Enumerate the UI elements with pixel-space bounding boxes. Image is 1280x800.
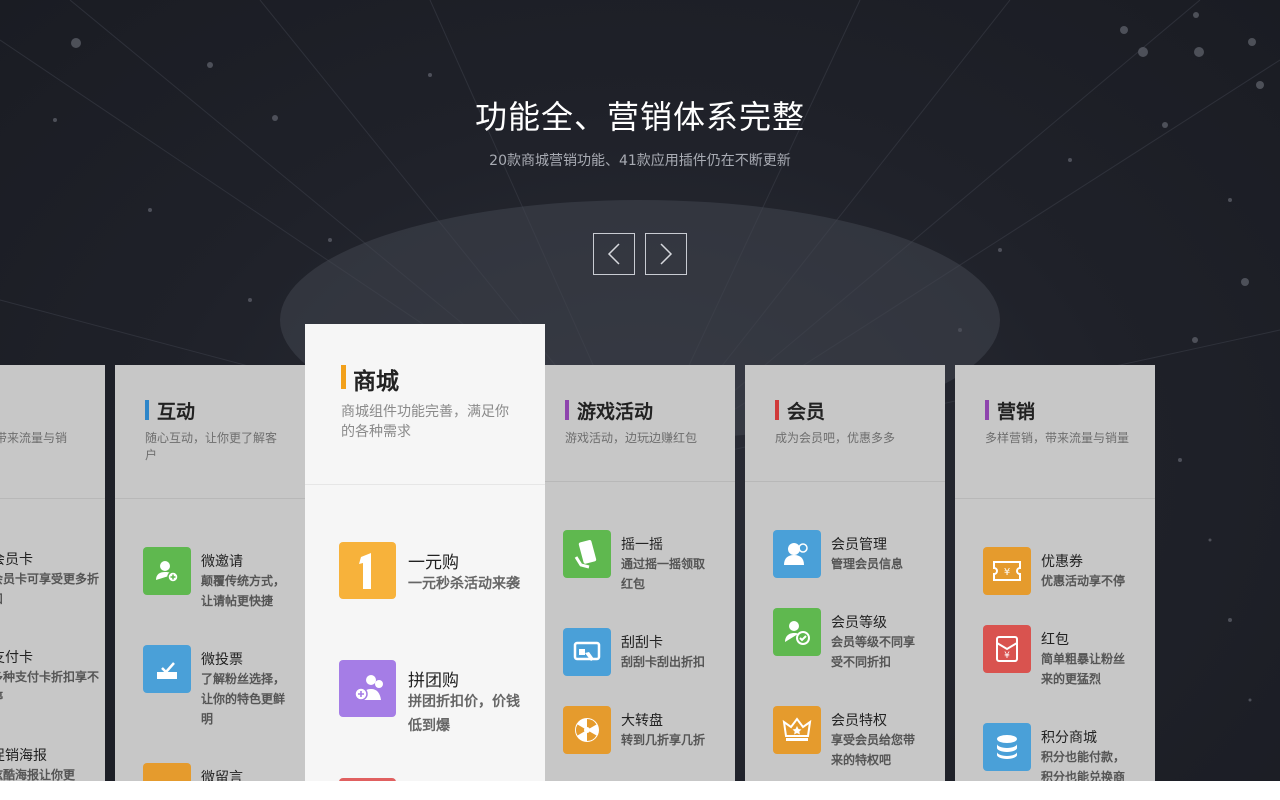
feature-desc: 多种支付卡折扣享不停 [0, 670, 100, 704]
feature-name: 摇一摇 [621, 537, 663, 553]
feature-desc: 通过摇一摇领取红包 [621, 557, 706, 591]
feature-card-members[interactable]: 会员 成为会员吧，优惠多多 会员管理 管理会员信息 会员等级 会员等级不同享受不… [745, 365, 945, 781]
feature-desc: 了解粉丝选择，让你的特色更鲜明 [201, 672, 286, 726]
crown-icon [773, 706, 821, 754]
feature-desc: 会员等级不同享受不同折扣 [831, 635, 916, 669]
card-title-text: 会员 [787, 401, 826, 423]
feature-card-marketing-left[interactable]: 营销 多样营销，带来流量与销量 会员卡 会员卡可享受更多折扣 支付卡 多种支付卡… [0, 365, 105, 781]
red-packet-icon: ¥ [983, 625, 1031, 673]
feature-name: 支付卡 [0, 650, 33, 666]
feature-desc: 积分也能付款，积分也能兑换商 [1041, 750, 1126, 781]
card-title: 商城 [341, 362, 399, 396]
feature-name: 红包 [1041, 632, 1069, 648]
feature-desc: 炫酷海报让你更 [0, 768, 76, 781]
accent-bar [775, 400, 779, 420]
user-add-icon [143, 547, 191, 595]
page-subtitle: 20款商城营销功能、41款应用插件仍在不断更新 [489, 153, 791, 169]
edit-icon [143, 763, 191, 781]
hero-section: 功能全、营销体系完整 20款商城营销功能、41款应用插件仍在不断更新 营销 多样… [0, 0, 1280, 781]
number-one-icon [339, 542, 396, 599]
feature-name: 大转盘 [621, 713, 663, 729]
feature-desc: 简单粗暴让粉丝来的更猛烈 [1041, 652, 1126, 686]
card-desc: 随心互动，让你更了解客户 [145, 431, 278, 462]
page-title: 功能全、营销体系完整 [474, 98, 805, 136]
feature-name: 微留言 [201, 770, 243, 781]
svg-text:¥: ¥ [1004, 567, 1010, 578]
coupon-icon: ¥ [983, 547, 1031, 595]
feature-name: 微邀请 [201, 554, 243, 570]
feature-card-games[interactable]: 游戏活动 游戏活动，边玩边赚红包 摇一摇 通过摇一摇领取红包 刮刮卡 刮刮卡刮出… [545, 365, 735, 781]
feature-desc: 一元秒杀活动来袭 [408, 576, 520, 592]
accent-bar [145, 400, 149, 420]
carousel-prev-button[interactable] [593, 233, 635, 275]
feature-desc: 优惠活动享不停 [1041, 574, 1126, 588]
accent-bar [985, 400, 989, 420]
card-title-text: 互动 [157, 401, 196, 423]
feature-name: 会员等级 [831, 615, 887, 631]
feature-name: 一元购 [408, 553, 459, 573]
chevron-left-icon [607, 243, 620, 265]
feature-name: 积分商城 [1041, 730, 1097, 746]
feature-desc: 拼团折扣价，价钱低到爆 [408, 694, 520, 734]
card-header: 营销 多样营销，带来流量与销量 [955, 365, 1155, 499]
feature-name: 促销海报 [0, 748, 47, 764]
feature-name: 微投票 [201, 652, 243, 668]
vote-icon [143, 645, 191, 693]
card-title: 会员 [775, 397, 825, 424]
chevron-right-icon [660, 243, 673, 265]
card-title-text: 商城 [353, 369, 399, 395]
card-header: 商城 商城组件功能完善，满足你的各种需求 [305, 324, 545, 485]
shake-phone-icon [563, 530, 611, 578]
wheel-icon [563, 706, 611, 754]
svg-text:¥: ¥ [1004, 651, 1010, 661]
more-feature-icon [339, 778, 396, 781]
card-title-text: 游戏活动 [577, 401, 654, 423]
feature-desc: 刮刮卡刮出折扣 [621, 655, 706, 669]
card-desc: 商城组件功能完善，满足你的各种需求 [341, 404, 509, 440]
accent-bar [341, 365, 346, 389]
member-level-icon [773, 608, 821, 656]
feature-desc: 享受会员给您带来的特权吧 [831, 733, 916, 767]
scratch-card-icon [563, 628, 611, 676]
feature-name: 优惠券 [1041, 554, 1083, 570]
feature-desc: 会员卡可享受更多折扣 [0, 572, 100, 606]
feature-card-marketing[interactable]: 营销 多样营销，带来流量与销量 ¥ 优惠券 优惠活动享不停 ¥ 红包 简单粗暴让… [955, 365, 1155, 781]
feature-card-mall[interactable]: 商城 商城组件功能完善，满足你的各种需求 一元购 一元秒杀活动来袭 拼团购 拼团… [305, 324, 545, 781]
group-icon [339, 660, 396, 717]
feature-desc: 颠覆传统方式，让请帖更快捷 [201, 574, 286, 608]
feature-desc: 管理会员信息 [831, 557, 904, 571]
card-desc: 多样营销，带来流量与销量 [985, 431, 1130, 445]
card-header: 营销 多样营销，带来流量与销量 [0, 365, 105, 499]
card-title: 游戏活动 [565, 397, 653, 424]
card-desc: 游戏活动，边玩边赚红包 [565, 431, 698, 445]
card-title-text: 营销 [997, 401, 1036, 423]
feature-card-interaction[interactable]: 互动 随心互动，让你更了解客户 微邀请 颠覆传统方式，让请帖更快捷 微投票 了解… [115, 365, 305, 781]
feature-name: 会员卡 [0, 552, 33, 568]
accent-bar [565, 400, 569, 420]
carousel-next-button[interactable] [645, 233, 687, 275]
feature-name: 会员管理 [831, 537, 887, 553]
feature-name: 拼团购 [408, 671, 459, 691]
coins-icon [983, 723, 1031, 771]
card-desc: 成为会员吧，优惠多多 [775, 431, 896, 445]
card-header: 游戏活动 游戏活动，边玩边赚红包 [545, 365, 735, 482]
card-header: 会员 成为会员吧，优惠多多 [745, 365, 945, 482]
card-title: 营销 [985, 397, 1035, 424]
feature-desc: 转到几折享几折 [621, 733, 706, 747]
feature-name: 刮刮卡 [621, 635, 663, 651]
card-title: 互动 [145, 397, 195, 424]
members-icon [773, 530, 821, 578]
card-header: 互动 随心互动，让你更了解客户 [115, 365, 305, 499]
feature-name: 会员特权 [831, 713, 887, 729]
card-desc: 多样营销，带来流量与销量 [0, 431, 68, 445]
